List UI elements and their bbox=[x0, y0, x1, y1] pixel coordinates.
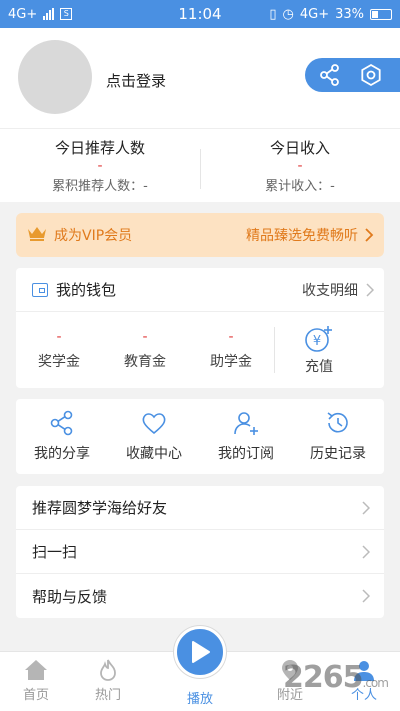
help-feedback-item[interactable]: 帮助与反馈 bbox=[16, 574, 384, 618]
play-icon bbox=[192, 641, 210, 663]
watermark-text: 2265 bbox=[283, 660, 363, 695]
vip-promo: 精品臻选免费畅听 bbox=[246, 228, 358, 244]
battery-percent: 33% bbox=[335, 6, 364, 22]
vibrate-icon: ▯ bbox=[269, 6, 277, 22]
chevron-right-icon bbox=[365, 228, 374, 242]
scholarship-item[interactable]: - 奖学金 bbox=[16, 329, 102, 371]
education-fund-value: - bbox=[142, 329, 148, 345]
recharge-label: 充值 bbox=[305, 359, 333, 375]
wallet-card: 我的钱包 收支明细 - 奖学金 - 教育金 - 助学金 ¥ 充值 bbox=[16, 268, 384, 388]
scholarship-label: 奖学金 bbox=[38, 354, 80, 370]
signal-icon bbox=[43, 8, 55, 20]
income-stat: 今日收入 - 累计收入：- bbox=[200, 129, 400, 203]
scholarship-value: - bbox=[56, 329, 62, 345]
heart-icon bbox=[142, 413, 166, 435]
menu-list: 推荐圆梦学海给好友 扫一扫 帮助与反馈 bbox=[16, 486, 384, 618]
tab-play-label: 播放 bbox=[186, 692, 213, 707]
tab-hot[interactable]: 热门 bbox=[78, 658, 138, 703]
referrals-total: 累积推荐人数：- bbox=[52, 179, 148, 194]
login-link[interactable]: 点击登录 bbox=[106, 70, 166, 91]
recommend-friends-item[interactable]: 推荐圆梦学海给好友 bbox=[16, 486, 384, 530]
share-icon[interactable] bbox=[319, 64, 341, 86]
header-action-pill bbox=[305, 58, 400, 92]
recharge-button[interactable]: ¥ 充值 bbox=[275, 324, 363, 376]
sim-icon: S bbox=[60, 8, 73, 20]
wallet-balances: - 奖学金 - 教育金 - 助学金 ¥ 充值 bbox=[16, 312, 384, 388]
network-label: 4G+ bbox=[8, 6, 38, 22]
profile-header: 点击登录 bbox=[0, 28, 400, 128]
quick-actions: 我的分享 收藏中心 我的订阅 历史记录 bbox=[16, 399, 384, 474]
tab-play[interactable] bbox=[174, 626, 226, 678]
vip-label: 成为VIP会员 bbox=[54, 228, 133, 244]
favorites-label: 收藏中心 bbox=[126, 446, 182, 462]
status-bar: 4G+ S 11:04 ▯ ◷ 4G+ 33% bbox=[0, 0, 400, 28]
history-icon bbox=[327, 412, 348, 433]
grant-label: 助学金 bbox=[210, 354, 252, 370]
avatar[interactable] bbox=[18, 40, 92, 114]
tab-home[interactable]: 首页 bbox=[6, 658, 66, 703]
subscriptions-label: 我的订阅 bbox=[218, 446, 274, 462]
network-label-right: 4G+ bbox=[299, 6, 330, 22]
flame-icon bbox=[100, 659, 116, 681]
my-share-label: 我的分享 bbox=[34, 446, 90, 462]
crown-icon bbox=[26, 224, 48, 246]
vip-banner[interactable]: 成为VIP会员 精品臻选免费畅听 bbox=[16, 213, 384, 257]
watermark-suffix: .com bbox=[362, 676, 389, 690]
subscriptions-button[interactable]: 我的订阅 bbox=[200, 399, 292, 474]
referrals-today-value: - bbox=[97, 158, 103, 174]
referrals-today-label: 今日推荐人数 bbox=[54, 139, 145, 157]
referrals-stat: 今日推荐人数 - 累积推荐人数：- bbox=[0, 129, 200, 203]
stats-panel: 今日推荐人数 - 累积推荐人数：- 今日收入 - 累计收入：- bbox=[0, 128, 400, 202]
scan-item[interactable]: 扫一扫 bbox=[16, 530, 384, 574]
settings-icon[interactable] bbox=[359, 63, 383, 87]
tab-home-label: 首页 bbox=[22, 688, 49, 703]
grant-value: - bbox=[228, 329, 234, 345]
scan-label: 扫一扫 bbox=[32, 543, 78, 561]
wallet-header[interactable]: 我的钱包 收支明细 bbox=[16, 268, 384, 312]
favorites-button[interactable]: 收藏中心 bbox=[108, 399, 200, 474]
recharge-icon: ¥ bbox=[305, 326, 332, 352]
home-icon bbox=[25, 660, 47, 680]
watermark: 2265.com bbox=[283, 660, 389, 695]
income-today-value: - bbox=[297, 158, 303, 174]
history-label: 历史记录 bbox=[310, 446, 366, 462]
svg-text:¥: ¥ bbox=[313, 334, 321, 349]
income-total: 累计收入：- bbox=[265, 179, 335, 194]
battery-icon bbox=[370, 8, 392, 20]
user-add-icon bbox=[234, 412, 258, 435]
help-feedback-label: 帮助与反馈 bbox=[32, 587, 108, 606]
wallet-icon bbox=[32, 282, 48, 297]
income-today-label: 今日收入 bbox=[269, 139, 330, 157]
chevron-right-icon bbox=[362, 500, 370, 515]
education-fund-item[interactable]: - 教育金 bbox=[102, 329, 188, 371]
chevron-right-icon bbox=[366, 282, 374, 297]
tab-hot-label: 热门 bbox=[94, 688, 121, 703]
history-button[interactable]: 历史记录 bbox=[292, 399, 384, 474]
alarm-icon: ◷ bbox=[282, 6, 294, 22]
chevron-right-icon bbox=[362, 589, 370, 603]
my-share-button[interactable]: 我的分享 bbox=[16, 399, 108, 474]
wallet-details-link[interactable]: 收支明细 bbox=[302, 280, 358, 300]
share-icon bbox=[50, 410, 73, 436]
education-fund-label: 教育金 bbox=[124, 354, 166, 370]
wallet-title: 我的钱包 bbox=[56, 281, 117, 299]
chevron-right-icon bbox=[362, 544, 370, 559]
grant-item[interactable]: - 助学金 bbox=[188, 329, 274, 371]
recommend-friends-label: 推荐圆梦学海给好友 bbox=[32, 499, 168, 517]
